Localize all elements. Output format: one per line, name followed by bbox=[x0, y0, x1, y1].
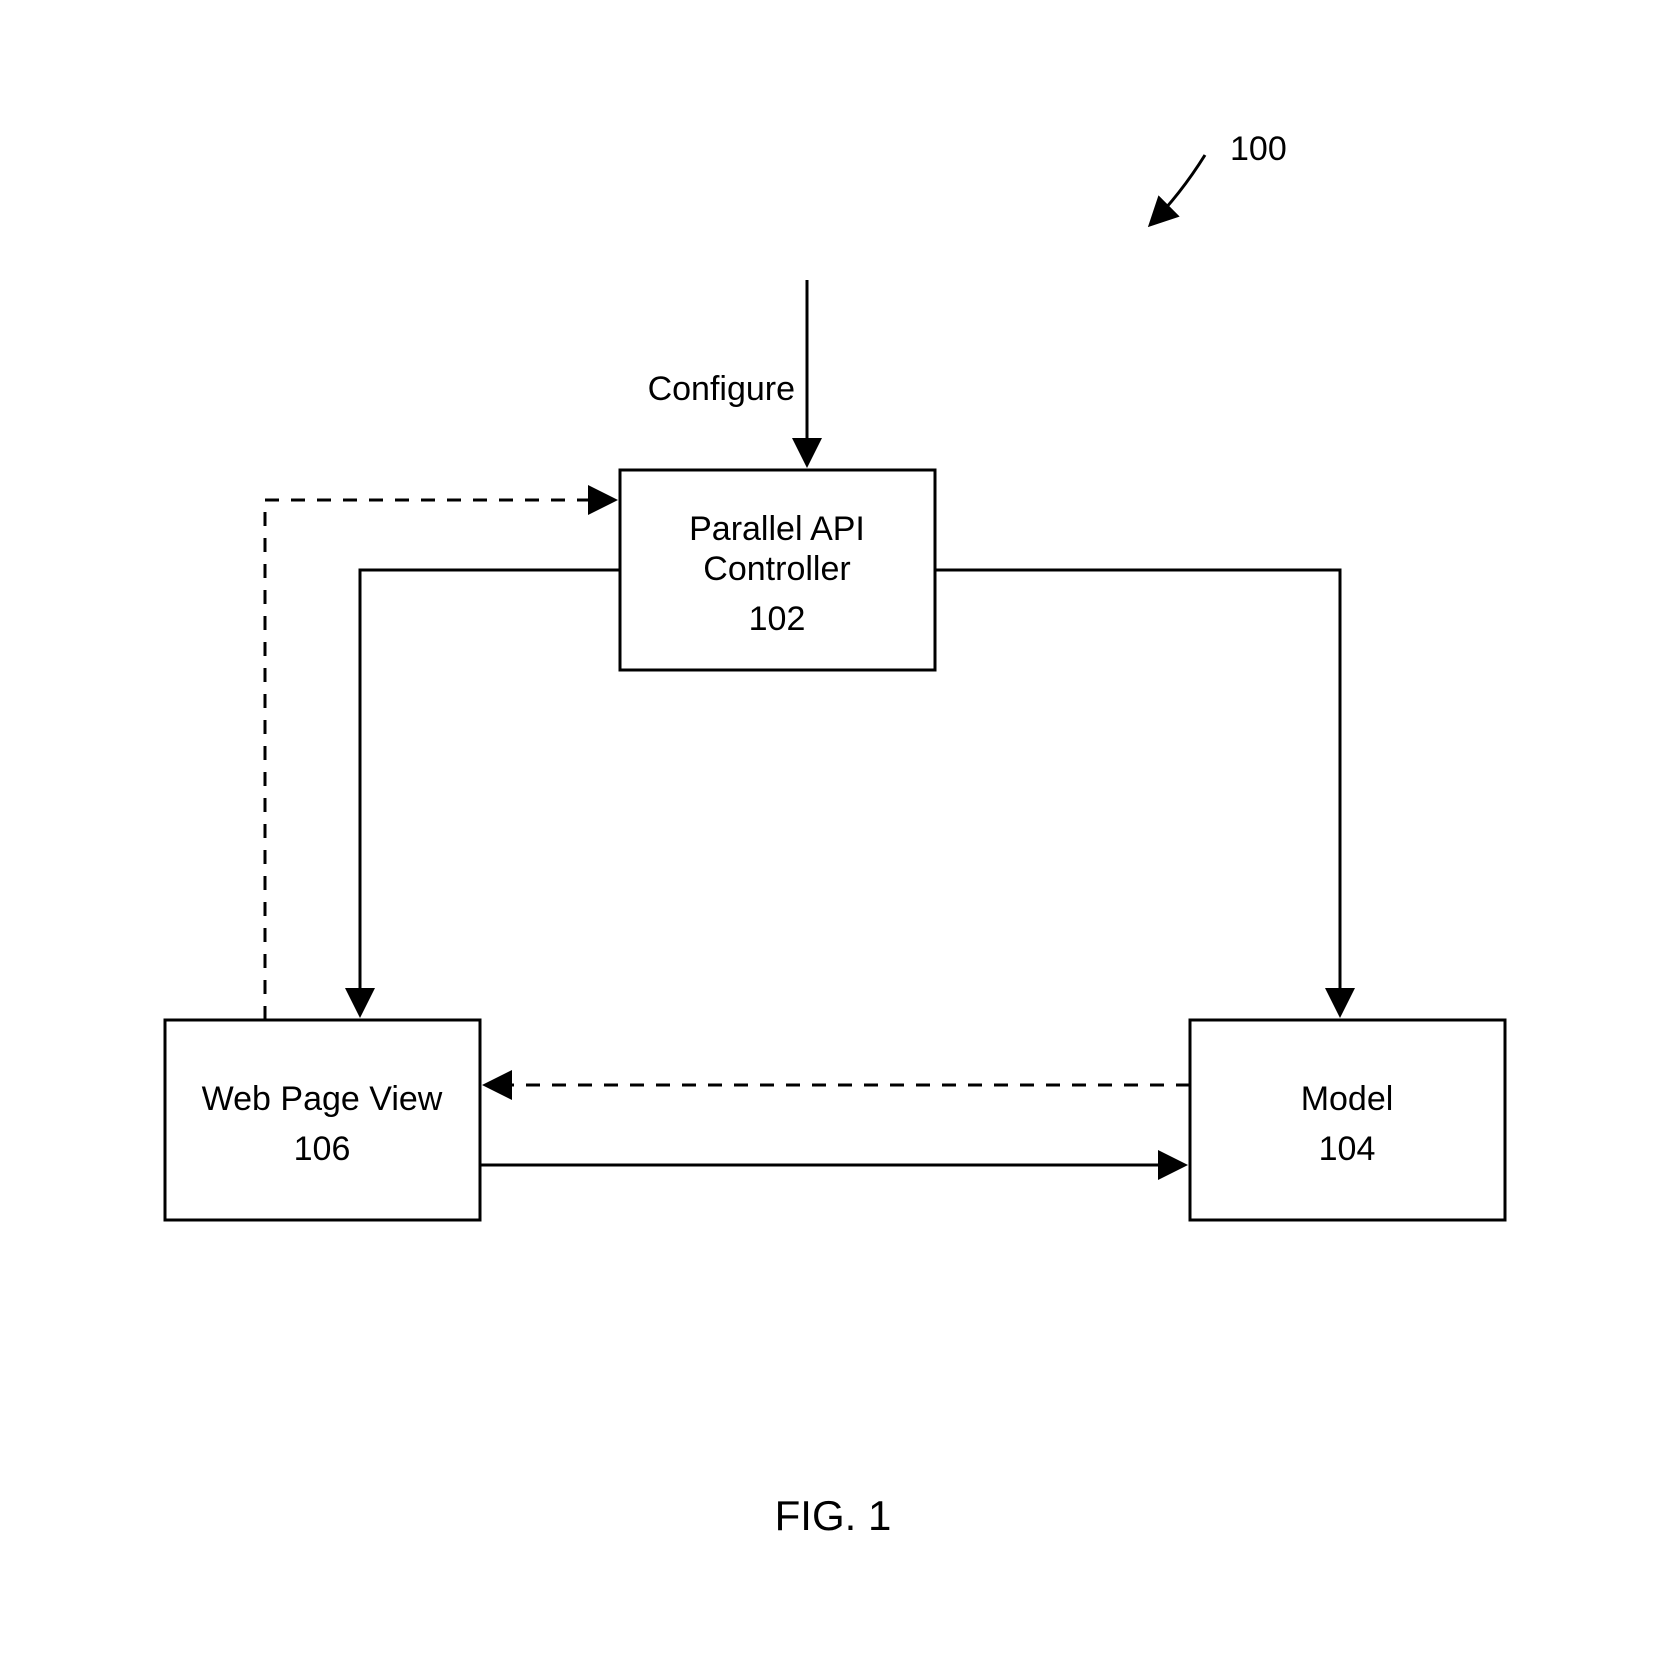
figure-reference-arrow: 100 bbox=[1150, 130, 1287, 225]
model-box: Model 104 bbox=[1190, 1020, 1505, 1220]
configure-label: Configure bbox=[648, 370, 795, 408]
controller-title-line2: Controller bbox=[703, 550, 850, 588]
configure-arrow: Configure bbox=[648, 280, 807, 465]
view-ref: 106 bbox=[294, 1130, 351, 1168]
model-ref: 104 bbox=[1319, 1130, 1376, 1168]
edge-view-to-controller bbox=[265, 500, 615, 1020]
controller-box: Parallel API Controller 102 Parallel API… bbox=[620, 470, 935, 670]
controller-ref: 102 bbox=[749, 600, 806, 638]
view-box: Web Page View 106 bbox=[165, 1020, 480, 1220]
edge-controller-to-model bbox=[935, 570, 1340, 1015]
edge-controller-to-view bbox=[360, 570, 620, 1015]
diagram-canvas: 100 Configure Parallel API Controller 10… bbox=[0, 0, 1665, 1665]
controller-title-line1: Parallel API bbox=[689, 510, 865, 548]
model-title: Model bbox=[1301, 1080, 1394, 1118]
figure-caption: FIG. 1 bbox=[775, 1492, 892, 1539]
view-title: Web Page View bbox=[202, 1080, 443, 1118]
figure-reference-number: 100 bbox=[1230, 130, 1287, 168]
